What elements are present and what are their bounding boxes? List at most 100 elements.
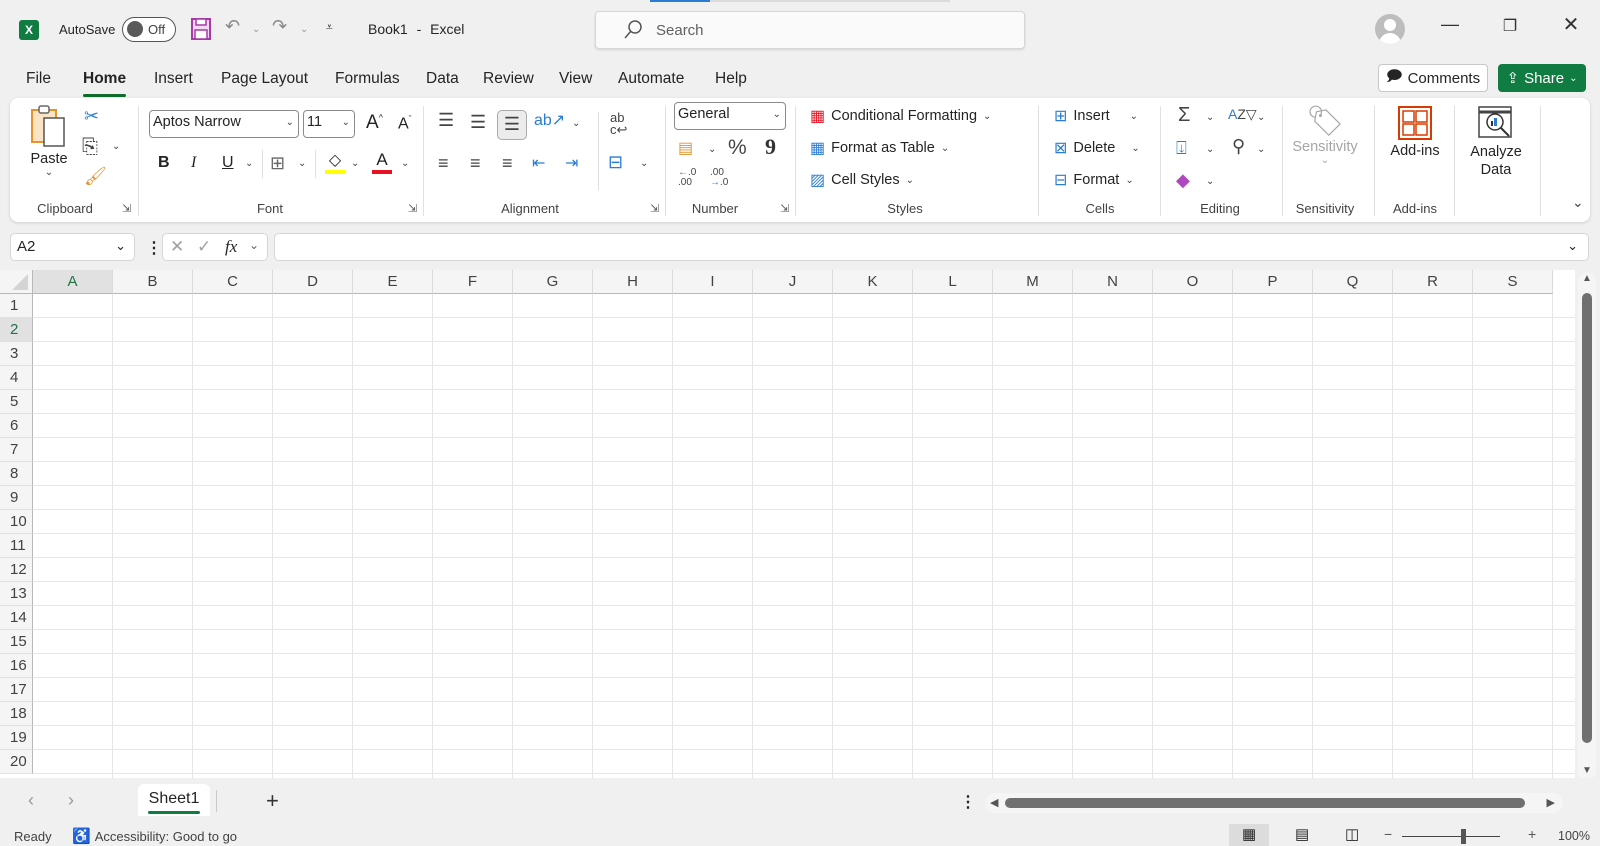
zoom-in-icon[interactable]: +: [1528, 826, 1536, 842]
row-header[interactable]: 2: [0, 318, 33, 342]
tab-home[interactable]: Home: [83, 70, 127, 97]
tab-view[interactable]: View: [559, 70, 592, 88]
borders-icon[interactable]: ⊞: [270, 153, 285, 174]
vertical-scroll-thumb[interactable]: [1582, 293, 1592, 743]
next-sheet-icon[interactable]: ›: [68, 790, 74, 811]
number-format-combo[interactable]: General ⌄: [674, 102, 786, 130]
undo-dropdown-icon[interactable]: ⌄: [252, 24, 260, 35]
autosave-toggle[interactable]: Off: [122, 17, 176, 42]
row-header[interactable]: 4: [0, 366, 33, 390]
page-break-view-icon[interactable]: ◫: [1345, 825, 1359, 843]
sort-filter-dropdown-icon[interactable]: ⌄: [1257, 112, 1265, 123]
horizontal-scroll-thumb[interactable]: [1005, 798, 1525, 808]
page-layout-view-icon[interactable]: ▤: [1295, 825, 1309, 843]
wrap-text-icon[interactable]: ab c↩: [610, 111, 627, 136]
sensitivity-button[interactable]: 🏷 Sensitivity ⌄: [1288, 104, 1362, 166]
scroll-down-icon[interactable]: ▼: [1582, 765, 1592, 776]
accessibility-status[interactable]: ♿ Accessibility: Good to go: [72, 827, 237, 845]
fill-dropdown-icon[interactable]: ⌄: [1206, 144, 1214, 155]
comments-button[interactable]: 🗩 Comments: [1378, 64, 1488, 92]
expand-formula-bar-icon[interactable]: ⌄: [1567, 238, 1578, 254]
column-header[interactable]: F: [433, 270, 513, 294]
select-all-button[interactable]: [0, 270, 33, 294]
autosum-dropdown-icon[interactable]: ⌄: [1206, 112, 1214, 123]
row-header[interactable]: 18: [0, 702, 33, 726]
orientation-icon[interactable]: ab↗: [534, 110, 565, 130]
column-header[interactable]: B: [113, 270, 193, 294]
tab-review[interactable]: Review: [483, 70, 534, 88]
column-header[interactable]: G: [513, 270, 593, 294]
align-center-icon[interactable]: ≡: [470, 153, 481, 174]
row-header[interactable]: 8: [0, 462, 33, 486]
clear-icon[interactable]: ◆: [1176, 170, 1190, 191]
accounting-format-icon[interactable]: ▤: [678, 138, 693, 158]
close-icon[interactable]: ✕: [1551, 12, 1591, 37]
column-header[interactable]: P: [1233, 270, 1313, 294]
row-header[interactable]: 20: [0, 750, 33, 774]
fill-color-icon[interactable]: ◇: [325, 150, 345, 174]
row-header[interactable]: 16: [0, 654, 33, 678]
row-header[interactable]: 5: [0, 390, 33, 414]
bottom-align-button[interactable]: ☰: [497, 110, 527, 140]
zoom-out-icon[interactable]: −: [1384, 826, 1392, 842]
sheet-tab[interactable]: Sheet1: [138, 784, 210, 816]
column-header[interactable]: E: [353, 270, 433, 294]
column-header[interactable]: C: [193, 270, 273, 294]
column-header[interactable]: L: [913, 270, 993, 294]
borders-dropdown-icon[interactable]: ⌄: [298, 158, 306, 169]
sheet-options-icon[interactable]: ⋮: [960, 792, 976, 812]
column-header[interactable]: S: [1473, 270, 1553, 294]
font-size-combo[interactable]: 11 ⌄: [303, 110, 355, 138]
row-header[interactable]: 15: [0, 630, 33, 654]
row-header[interactable]: 7: [0, 438, 33, 462]
increase-indent-icon[interactable]: ⇥: [565, 153, 578, 173]
format-cells-button[interactable]: ⊟ Format ⌄: [1054, 170, 1134, 190]
cancel-entry-icon[interactable]: ✕: [170, 237, 184, 257]
insert-function-button[interactable]: fx: [225, 237, 237, 257]
align-right-icon[interactable]: ≡: [502, 153, 513, 174]
scroll-right-icon[interactable]: ▶: [1547, 796, 1555, 809]
autosum-icon[interactable]: Σ: [1178, 104, 1190, 127]
clear-dropdown-icon[interactable]: ⌄: [1206, 176, 1214, 187]
column-header[interactable]: O: [1153, 270, 1233, 294]
percent-style-button[interactable]: %: [728, 136, 747, 160]
more-options-icon[interactable]: ⋮: [146, 238, 162, 258]
customize-qat-icon[interactable]: ⩡: [326, 20, 333, 35]
find-select-icon[interactable]: ⚲: [1232, 136, 1245, 157]
tab-formulas[interactable]: Formulas: [335, 70, 400, 88]
row-header[interactable]: 14: [0, 606, 33, 630]
number-launcher-icon[interactable]: ⇲: [780, 202, 789, 215]
tab-insert[interactable]: Insert: [154, 70, 193, 88]
sort-filter-icon[interactable]: AZ▽: [1228, 106, 1257, 123]
copy-icon[interactable]: ⎘: [82, 136, 98, 159]
tab-page-layout[interactable]: Page Layout: [221, 70, 308, 88]
share-button[interactable]: ⇪ Share ⌄: [1498, 64, 1586, 92]
orientation-dropdown-icon[interactable]: ⌄: [572, 118, 580, 129]
font-color-dropdown-icon[interactable]: ⌄: [401, 158, 409, 169]
column-header[interactable]: D: [273, 270, 353, 294]
restore-icon[interactable]: ❐: [1490, 16, 1530, 36]
analyze-data-button[interactable]: Analyze Data: [1460, 106, 1532, 179]
font-color-icon[interactable]: A: [372, 150, 392, 174]
tab-help[interactable]: Help: [715, 70, 747, 88]
fill-color-dropdown-icon[interactable]: ⌄: [351, 158, 359, 169]
paste-button[interactable]: Paste ⌄: [24, 104, 74, 178]
prev-sheet-icon[interactable]: ‹: [28, 790, 34, 811]
fx-dropdown-icon[interactable]: ⌄: [249, 238, 259, 252]
confirm-entry-icon[interactable]: ✓: [197, 237, 211, 257]
user-avatar[interactable]: [1375, 14, 1405, 44]
tab-automate[interactable]: Automate: [618, 70, 684, 88]
row-header[interactable]: 13: [0, 582, 33, 606]
zoom-level[interactable]: 100%: [1558, 829, 1590, 843]
scroll-left-icon[interactable]: ◀: [990, 796, 998, 809]
column-header[interactable]: N: [1073, 270, 1153, 294]
column-header[interactable]: I: [673, 270, 753, 294]
alignment-launcher-icon[interactable]: ⇲: [650, 202, 659, 215]
paste-dropdown-icon[interactable]: ⌄: [24, 167, 74, 178]
search-box[interactable]: Search: [595, 11, 1025, 49]
addins-button[interactable]: Add-ins: [1382, 106, 1448, 159]
minimize-icon[interactable]: —: [1430, 14, 1470, 35]
underline-dropdown-icon[interactable]: ⌄: [245, 158, 253, 169]
column-header[interactable]: R: [1393, 270, 1473, 294]
tab-data[interactable]: Data: [426, 70, 459, 88]
